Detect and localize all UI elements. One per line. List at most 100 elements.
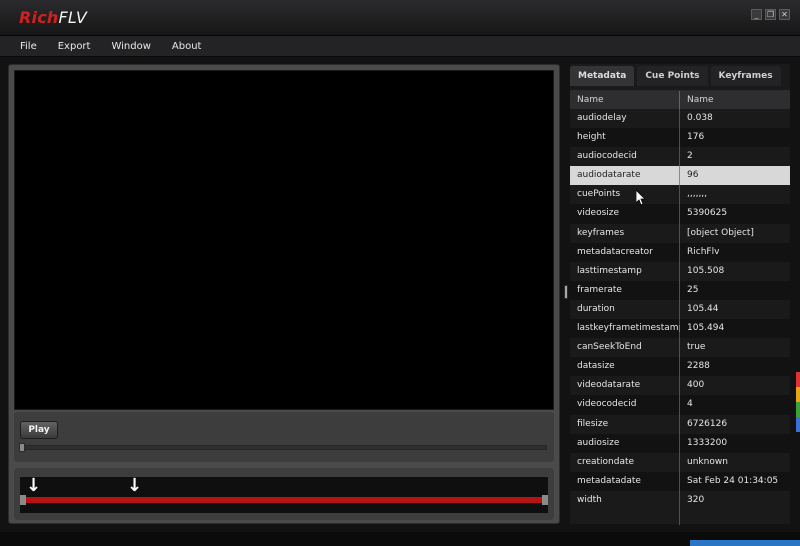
metadata-value-cell: ,,,,,,, xyxy=(687,189,708,200)
cue-range-bar[interactable] xyxy=(20,497,548,503)
tab-cue-points[interactable]: Cue Points xyxy=(637,66,708,86)
mouse-cursor-icon xyxy=(636,190,646,206)
table-row[interactable]: framerate 25 xyxy=(570,280,790,300)
metadata-key-cell: canSeekToEnd xyxy=(577,342,642,353)
menu-about[interactable]: About xyxy=(172,41,202,52)
taskbar-strip xyxy=(0,532,800,546)
metadata-key-cell: keyframes xyxy=(577,227,625,238)
window-controls: _ ❐ ✕ xyxy=(751,9,790,20)
desktop-edge-strip xyxy=(796,372,800,432)
seek-bar[interactable] xyxy=(20,445,547,450)
table-row[interactable]: keyframes [object Object] xyxy=(570,223,790,243)
metadata-value-cell: 5390625 xyxy=(687,208,728,219)
metadata-key-cell: filesize xyxy=(577,418,609,429)
column-header-value[interactable]: Name xyxy=(680,91,790,109)
metadata-key-cell: height xyxy=(577,132,606,143)
metadata-key-cell: videocodecid xyxy=(577,399,637,410)
seek-thumb[interactable] xyxy=(19,443,25,452)
cue-end-handle[interactable] xyxy=(542,495,548,505)
table-row[interactable]: cuePoints,,,,,,, xyxy=(570,185,790,205)
table-row[interactable]: datasize 2288 xyxy=(570,357,790,377)
metadata-panel: Metadata Cue Points Keyframes Name Name … xyxy=(570,64,790,525)
table-row[interactable]: width 320 xyxy=(570,490,790,510)
metadata-value-cell: 2288 xyxy=(687,361,710,372)
metadata-value-cell: unknown xyxy=(687,456,728,467)
metadata-value-cell: 176 xyxy=(687,132,705,143)
metadata-value-cell: 25 xyxy=(687,284,699,295)
menu-window[interactable]: Window xyxy=(111,41,150,52)
cue-marker-arrow-icon[interactable]: ↓ xyxy=(127,477,142,495)
metadata-value-cell: 105.508 xyxy=(687,265,725,276)
table-row[interactable]: filesize 6726126 xyxy=(570,414,790,434)
table-row[interactable]: videodatarate 400 xyxy=(570,376,790,396)
metadata-value-cell: true xyxy=(687,342,706,353)
richflv-window: RichFLV _ ❐ ✕ File Export Window About P… xyxy=(0,0,800,546)
table-body: audiodelay 0.038 height 176 audiocodecid 2 aud… xyxy=(570,109,790,510)
tab-strip: Metadata Cue Points Keyframes xyxy=(570,64,790,86)
cue-start-handle[interactable] xyxy=(20,495,26,505)
metadata-value-cell: 105.44 xyxy=(687,303,719,314)
metadata-key-cell: lastkeyframetimestamp xyxy=(577,323,680,334)
table-row[interactable]: audiocodecid 2 xyxy=(570,147,790,167)
table-row[interactable]: metadatacreator RichFlv xyxy=(570,242,790,262)
metadata-key-cell: cuePoints xyxy=(577,189,621,200)
tab-keyframes[interactable]: Keyframes xyxy=(710,66,781,86)
table-row[interactable]: audiodelay 0.038 xyxy=(570,109,790,129)
app-logo: RichFLV xyxy=(19,8,87,27)
metadata-key-cell: width xyxy=(577,494,602,505)
metadata-key-cell: lasttimestamp xyxy=(577,265,642,276)
table-row[interactable]: audiosize 1333200 xyxy=(570,433,790,453)
table-row[interactable]: lastkeyframetimestamp 105.494 xyxy=(570,319,790,339)
table-header: Name Name xyxy=(570,91,790,109)
metadata-key-cell: audiodelay xyxy=(577,113,627,123)
menu-export[interactable]: Export xyxy=(58,41,91,52)
cue-timeline: ↓ ↓ xyxy=(14,468,554,520)
metadata-value-cell: 6726126 xyxy=(687,418,728,429)
metadata-value-cell: 4 xyxy=(687,399,693,410)
metadata-value-cell: 96 xyxy=(687,170,699,181)
logo-flv: FLV xyxy=(58,8,87,27)
metadata-key-cell: duration xyxy=(577,303,615,314)
table-row[interactable]: creationdate unknown xyxy=(570,452,790,472)
metadata-value-cell: [object Object] xyxy=(687,227,754,238)
metadata-key-cell: audiodatarate xyxy=(577,170,641,181)
table-row[interactable]: canSeekToEnd true xyxy=(570,338,790,358)
table-row[interactable]: height 176 xyxy=(570,128,790,148)
logo-rich: Rich xyxy=(19,8,59,27)
cue-track[interactable] xyxy=(20,477,548,513)
table-row[interactable]: duration 105.44 xyxy=(570,299,790,320)
tab-metadata[interactable]: Metadata xyxy=(570,66,635,86)
metadata-key-cell: metadatadate xyxy=(577,475,641,486)
metadata-key-cell: audiocodecid xyxy=(577,151,637,162)
metadata-key-cell: framerate xyxy=(577,284,622,295)
player-panel: Play ↓ ↓ xyxy=(8,64,560,524)
table-row[interactable]: lasttimestamp 105.508 xyxy=(570,261,790,281)
table-row[interactable]: videocodecid 4 xyxy=(570,395,790,415)
taskbar-accent xyxy=(690,540,800,546)
metadata-key-cell: videodatarate xyxy=(577,380,641,391)
metadata-value-cell: 2 xyxy=(687,151,693,162)
column-header-name[interactable]: Name xyxy=(570,91,680,109)
menu-bar: File Export Window About xyxy=(0,36,800,57)
metadata-key-cell: videosize xyxy=(577,208,620,219)
cue-marker-arrow-icon[interactable]: ↓ xyxy=(26,477,41,495)
minimize-icon[interactable]: _ xyxy=(751,9,762,20)
table-row[interactable]: metadatadate Sat Feb 24 01:34:05 xyxy=(570,471,790,491)
panel-resize-handle[interactable] xyxy=(564,285,568,299)
menu-file[interactable]: File xyxy=(20,41,37,52)
table-row[interactable]: videosize 5390625 xyxy=(570,204,790,224)
metadata-value-cell: 320 xyxy=(687,494,705,505)
metadata-table: Name Name audiodelay 0.038 height 176 audioc… xyxy=(570,90,790,525)
maximize-icon[interactable]: ❐ xyxy=(765,9,776,20)
close-icon[interactable]: ✕ xyxy=(779,9,790,20)
table-row[interactable]: audiodatarate 96 xyxy=(570,166,790,186)
play-button[interactable]: Play xyxy=(20,421,58,439)
metadata-key-cell: creationdate xyxy=(577,456,635,467)
playback-controls: Play xyxy=(14,412,554,462)
video-display[interactable] xyxy=(14,70,554,410)
metadata-value-cell: 1333200 xyxy=(687,437,728,448)
column-divider xyxy=(679,91,680,525)
metadata-key-cell: datasize xyxy=(577,361,615,372)
metadata-value-cell: 0.038 xyxy=(687,113,713,123)
metadata-value-cell: Sat Feb 24 01:34:05 xyxy=(687,475,779,486)
